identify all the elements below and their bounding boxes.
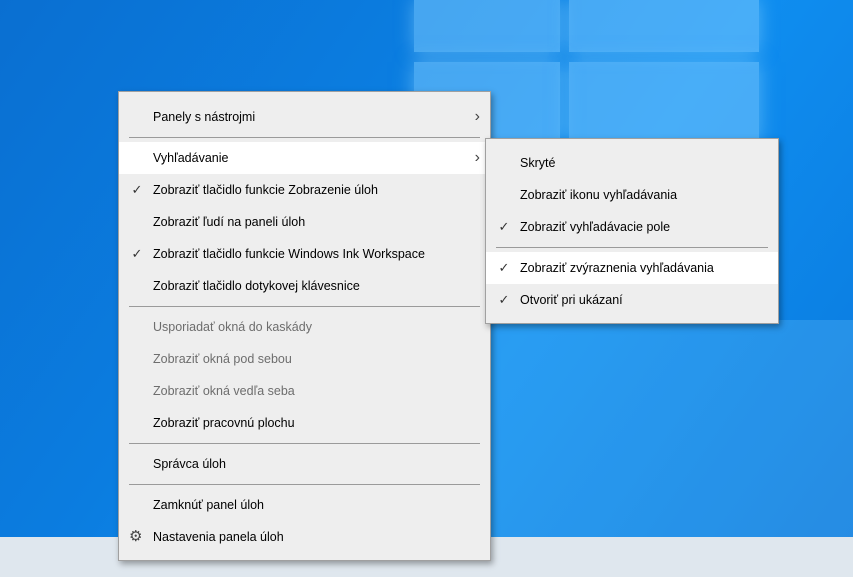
menu-item-label: Usporiadať okná do kaskády [153,320,312,334]
menu-separator [129,306,480,307]
menu-item-label: Nastavenia panela úloh [153,530,284,544]
menu-item-label: Správca úloh [153,457,226,471]
taskbar-context-menu: Panely s nástrojmi › Vyhľadávanie › ✓ Zo… [118,91,491,561]
menu-item-toolbars[interactable]: Panely s nástrojmi › [119,101,490,133]
gear-icon: ⚙ [129,528,143,545]
menu-item-label: Zobraziť okná vedľa seba [153,384,295,398]
menu-item-label: Zobraziť ikonu vyhľadávania [520,188,678,202]
windows-logo-pane [569,0,759,52]
checkmark-icon: ✓ [131,246,143,261]
checkmark-icon: ✓ [498,219,510,234]
menu-item-label: Zobraziť zvýraznenia vyhľadávania [520,261,714,275]
submenu-item-hidden[interactable]: Skryté [486,147,778,179]
submenu-item-show-search-icon[interactable]: Zobraziť ikonu vyhľadávania [486,179,778,211]
menu-separator [129,137,480,138]
menu-item-label: Zobraziť tlačidlo funkcie Zobrazenie úlo… [153,183,378,197]
submenu-item-search-highlights[interactable]: ✓ Zobraziť zvýraznenia vyhľadávania [486,252,778,284]
submenu-item-show-search-box[interactable]: ✓ Zobraziť vyhľadávacie pole [486,211,778,243]
chevron-right-icon: › [474,108,480,125]
menu-item-label: Zobraziť ľudí na paneli úloh [153,215,306,229]
menu-item-stack-windows: Zobraziť okná pod sebou [119,343,490,375]
chevron-right-icon: › [474,149,480,166]
menu-item-label: Zobraziť pracovnú plochu [153,416,295,430]
menu-item-task-manager[interactable]: Správca úloh [119,448,490,480]
menu-item-show-task-view[interactable]: ✓ Zobraziť tlačidlo funkcie Zobrazenie ú… [119,174,490,206]
menu-item-cascade-windows: Usporiadať okná do kaskády [119,311,490,343]
menu-item-label: Zobraziť vyhľadávacie pole [520,220,671,234]
menu-item-label: Zamknúť panel úloh [153,498,265,512]
windows-logo-pane [414,0,560,52]
search-submenu: Skryté Zobraziť ikonu vyhľadávania ✓ Zob… [485,138,779,324]
menu-separator [129,443,480,444]
menu-item-label: Otvoriť pri ukázaní [520,293,623,307]
menu-item-taskbar-settings[interactable]: ⚙ Nastavenia panela úloh [119,521,490,553]
menu-item-label: Panely s nástrojmi [153,110,256,124]
menu-item-label: Zobraziť okná pod sebou [153,352,292,366]
menu-item-show-touch-keyboard[interactable]: Zobraziť tlačidlo dotykovej klávesnice [119,270,490,302]
submenu-item-open-on-hover[interactable]: ✓ Otvoriť pri ukázaní [486,284,778,316]
menu-item-show-ink-workspace[interactable]: ✓ Zobraziť tlačidlo funkcie Windows Ink … [119,238,490,270]
checkmark-icon: ✓ [498,292,510,307]
menu-item-search[interactable]: Vyhľadávanie › [119,142,490,174]
menu-item-label: Zobraziť tlačidlo funkcie Windows Ink Wo… [153,247,425,261]
menu-item-side-by-side: Zobraziť okná vedľa seba [119,375,490,407]
menu-item-label: Vyhľadávanie [153,151,229,165]
menu-separator [129,484,480,485]
light-beam [470,320,853,537]
menu-item-label: Skryté [520,156,556,170]
menu-separator [496,247,768,248]
menu-item-lock-taskbar[interactable]: Zamknúť panel úloh [119,489,490,521]
menu-item-show-people[interactable]: Zobraziť ľudí na paneli úloh [119,206,490,238]
checkmark-icon: ✓ [131,182,143,197]
menu-item-show-desktop[interactable]: Zobraziť pracovnú plochu [119,407,490,439]
menu-item-label: Zobraziť tlačidlo dotykovej klávesnice [153,279,360,293]
windows-logo-pane [569,62,759,142]
checkmark-icon: ✓ [498,260,510,275]
